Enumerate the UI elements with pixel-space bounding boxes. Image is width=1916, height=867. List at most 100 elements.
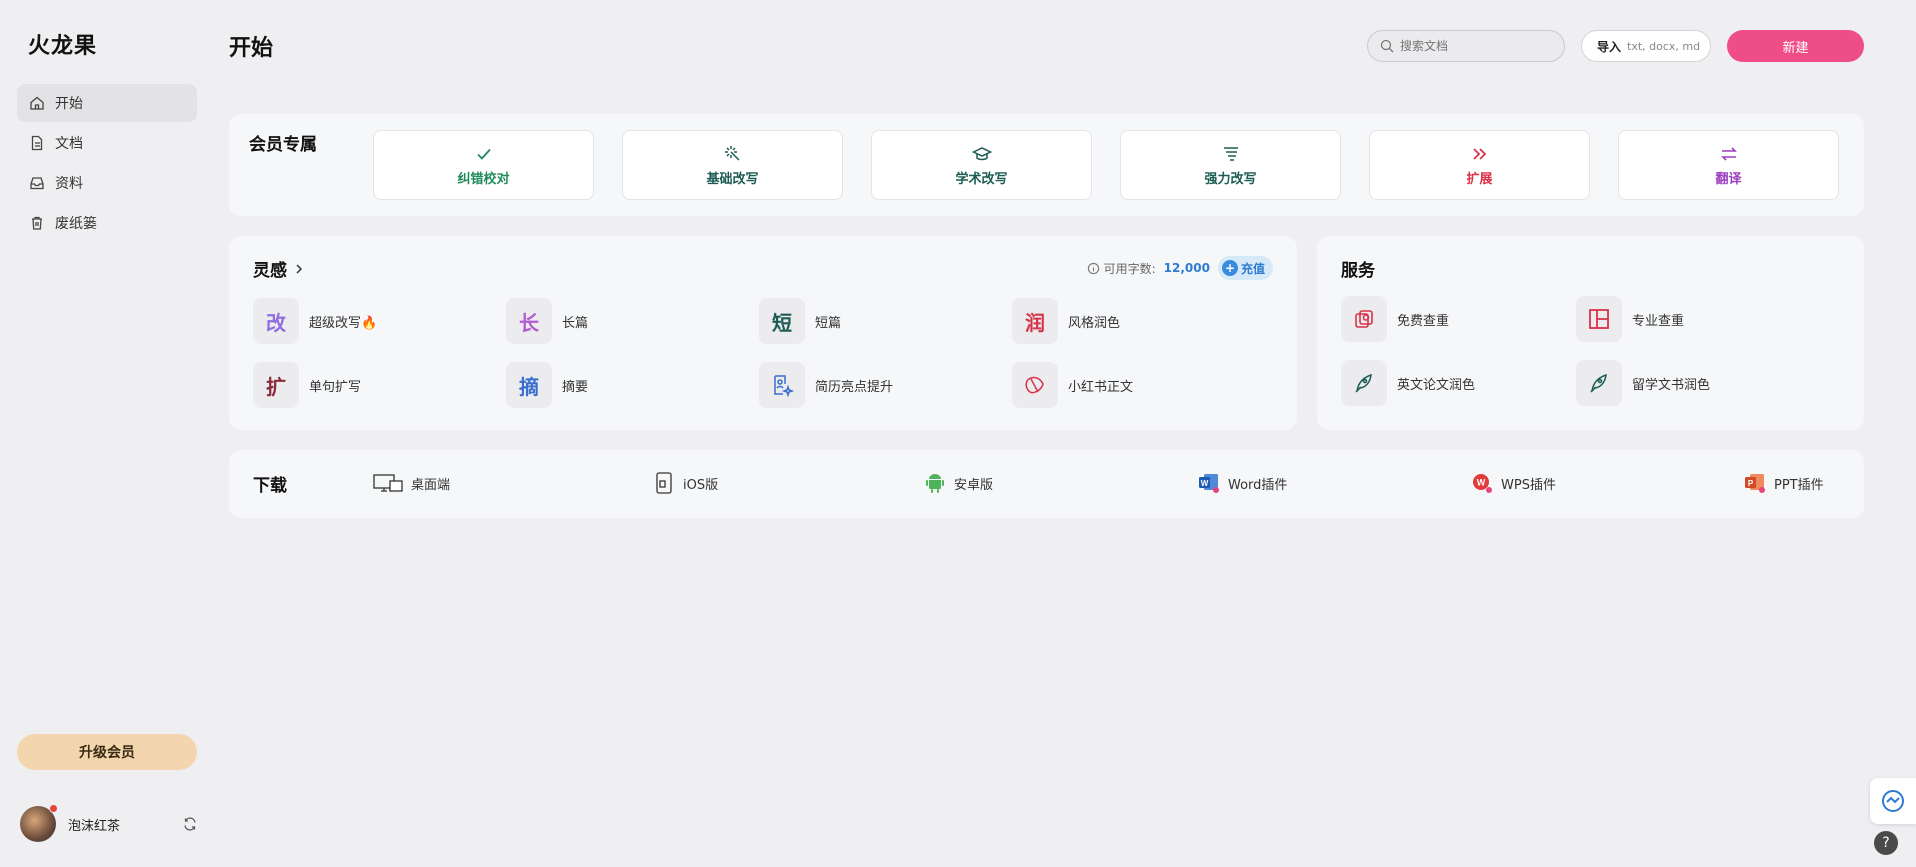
- search-input[interactable]: [1400, 39, 1550, 53]
- sidebar-item-label: 废纸篓: [55, 216, 97, 232]
- recharge-label: 充值: [1240, 261, 1265, 276]
- leaf-icon: [1012, 362, 1058, 408]
- expand-card[interactable]: 扩展: [1369, 130, 1590, 200]
- check-icon: [476, 148, 491, 160]
- tornado-icon: [1223, 146, 1238, 161]
- search-box[interactable]: [1367, 30, 1565, 62]
- proofread-card[interactable]: 纠错校对: [373, 130, 594, 200]
- translate-card[interactable]: 翻译: [1618, 130, 1839, 200]
- strong-rewrite-label: 强力改写: [1204, 171, 1257, 187]
- member-section-title: 会员专属: [249, 135, 317, 155]
- expand-label: 扩展: [1466, 171, 1493, 187]
- tool-summary[interactable]: 摘 摘要: [506, 362, 588, 408]
- new-button[interactable]: 新建: [1727, 30, 1864, 62]
- tool-xiaohongshu[interactable]: 小红书正文: [1012, 362, 1133, 408]
- tool-label: 留学文书润色: [1632, 377, 1711, 393]
- service-panel: 服务 免费查重 专业查重 英文论文润色 留学文书润色: [1317, 236, 1864, 430]
- upgrade-membership-button[interactable]: 升级会员: [17, 734, 197, 770]
- import-label: 导入: [1597, 39, 1622, 54]
- short-form-icon: 短: [759, 298, 805, 344]
- tool-sentence-expand[interactable]: 扩 单句扩写: [253, 362, 361, 408]
- sidebar: 火龙果 开始 文档 资料 废纸篓 升级会员 泡沫红茶: [0, 0, 212, 867]
- recharge-button[interactable]: + 充值: [1217, 256, 1273, 280]
- tool-label: 短篇: [815, 315, 842, 331]
- inspiration-title: 灵感: [253, 261, 287, 281]
- basic-rewrite-label: 基础改写: [706, 171, 759, 187]
- tool-label: 简历亮点提升: [815, 379, 894, 395]
- info-icon: [1087, 262, 1099, 274]
- tool-resume-highlight[interactable]: 简历亮点提升: [759, 362, 893, 408]
- style-polish-icon: 润: [1012, 298, 1058, 344]
- search-icon: [1380, 39, 1394, 53]
- svg-text:P: P: [1748, 479, 1754, 488]
- wps-icon: W: [1473, 474, 1492, 493]
- basic-rewrite-card[interactable]: 基础改写: [622, 130, 843, 200]
- proofread-label: 纠错校对: [457, 171, 510, 187]
- help-button[interactable]: ?: [1874, 831, 1898, 855]
- service-english-paper-polish[interactable]: 英文论文润色: [1341, 360, 1475, 406]
- download-android[interactable]: 安卓版: [924, 472, 993, 494]
- download-word-plugin[interactable]: W Word插件: [1198, 472, 1287, 494]
- sidebar-item-materials[interactable]: 资料: [17, 164, 197, 202]
- resume-sparkle-icon: [759, 362, 805, 408]
- graduation-cap-icon: [971, 146, 992, 160]
- inspiration-panel: 灵感 可用字数: 12,000 + 充值 改 超级改写🔥 长 长篇 短 短篇 润…: [229, 236, 1297, 430]
- duplicate-check-icon: [1341, 296, 1387, 342]
- quota-label: 可用字数:: [1103, 261, 1156, 276]
- download-ios[interactable]: iOS版: [653, 472, 718, 494]
- sidebar-item-trash[interactable]: 废纸篓: [17, 204, 197, 242]
- download-label: Word插件: [1228, 477, 1288, 493]
- assistant-float-button[interactable]: [1870, 778, 1916, 824]
- long-form-icon: 长: [506, 298, 552, 344]
- layout-panel-icon: [1576, 296, 1622, 342]
- service-pro-check[interactable]: 专业查重: [1576, 296, 1684, 342]
- tool-super-rewrite[interactable]: 改 超级改写🔥: [253, 298, 377, 344]
- tool-label: 摘要: [562, 379, 589, 395]
- download-title: 下载: [253, 476, 287, 496]
- sidebar-item-start[interactable]: 开始: [17, 84, 197, 122]
- download-desktop[interactable]: 桌面端: [373, 472, 450, 494]
- tool-label: 风格润色: [1068, 315, 1121, 331]
- desktop-icon: [373, 474, 403, 492]
- quill-pen-icon: [1576, 360, 1622, 406]
- user-profile[interactable]: 泡沫红茶: [20, 804, 198, 842]
- inspiration-title-link[interactable]: 灵感: [253, 256, 305, 281]
- summary-icon: 摘: [506, 362, 552, 408]
- assistant-icon: [1882, 790, 1904, 812]
- plus-icon: +: [1221, 260, 1238, 276]
- download-label: 安卓版: [954, 477, 994, 493]
- member-exclusive-panel: 会员专属 纠错校对 基础改写 学术改写 强力改写 扩展 翻译: [229, 114, 1864, 216]
- magic-wand-icon: [724, 145, 740, 161]
- academic-rewrite-card[interactable]: 学术改写: [871, 130, 1092, 200]
- tool-long-form[interactable]: 长 长篇: [506, 298, 588, 344]
- service-study-abroad-polish[interactable]: 留学文书润色: [1576, 360, 1710, 406]
- download-ppt-plugin[interactable]: P PPT插件: [1744, 472, 1824, 494]
- chevron-right-icon: [296, 263, 303, 274]
- tool-label: 超级改写🔥: [309, 315, 378, 331]
- download-wps-plugin[interactable]: W WPS插件: [1471, 472, 1556, 494]
- home-icon: [30, 96, 44, 110]
- academic-rewrite-label: 学术改写: [955, 171, 1008, 187]
- quota-value: 12,000: [1163, 261, 1210, 275]
- page-title: 开始: [229, 36, 274, 61]
- sidebar-item-label: 资料: [55, 176, 83, 192]
- phone-icon: [656, 472, 672, 494]
- tool-label: 英文论文润色: [1397, 377, 1476, 393]
- service-free-check[interactable]: 免费查重: [1341, 296, 1449, 342]
- import-button[interactable]: 导入 txt, docx, md: [1581, 30, 1711, 62]
- user-name: 泡沫红茶: [68, 818, 121, 834]
- fire-icon: 🔥: [361, 315, 378, 331]
- avatar[interactable]: [20, 804, 58, 842]
- service-title: 服务: [1341, 261, 1375, 281]
- tool-short-form[interactable]: 短 短篇: [759, 298, 841, 344]
- sidebar-item-documents[interactable]: 文档: [17, 124, 197, 162]
- download-label: 桌面端: [411, 477, 451, 493]
- trash-icon: [32, 216, 42, 230]
- tool-label: 专业查重: [1632, 313, 1685, 329]
- ppt-icon: P: [1745, 474, 1765, 493]
- download-panel: 下载 桌面端 iOS版 安卓版 W Word插件 W WPS插件 P PPT插件: [229, 450, 1864, 518]
- tool-label: 长篇: [562, 315, 589, 331]
- tool-style-polish[interactable]: 润 风格润色: [1012, 298, 1120, 344]
- refresh-icon[interactable]: [182, 816, 198, 832]
- strong-rewrite-card[interactable]: 强力改写: [1120, 130, 1341, 200]
